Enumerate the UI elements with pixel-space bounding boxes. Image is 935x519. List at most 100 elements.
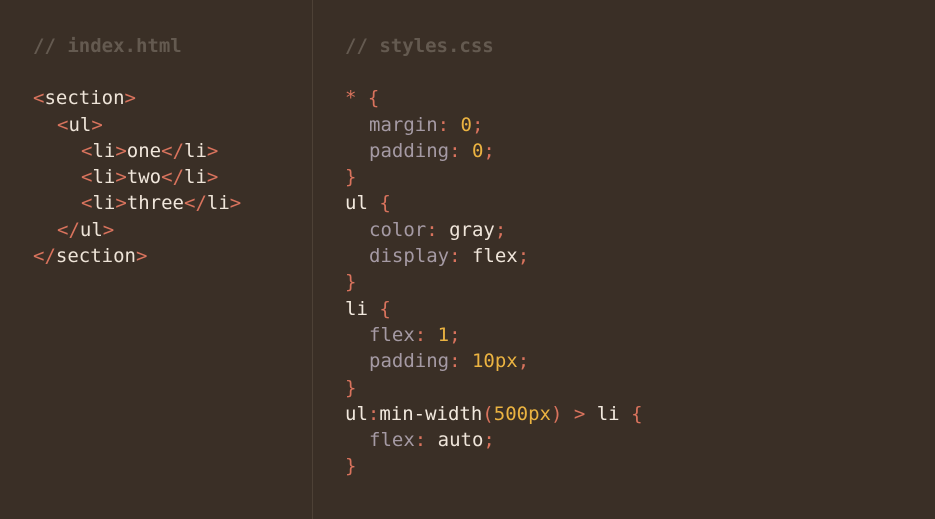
- css-declaration: padding: 0;: [345, 138, 935, 164]
- html-line-li-three: <li>three</li>: [33, 190, 312, 216]
- open-brace: {: [619, 402, 643, 425]
- css-rule-selector-line: ul:min-width(500px) > li {: [345, 401, 935, 427]
- css-rule-selector-line: ul {: [345, 190, 935, 216]
- semicolon: ;: [494, 218, 507, 241]
- tag-bracket: </: [161, 139, 185, 162]
- li-text: one: [126, 139, 162, 162]
- css-rule-selector-line: * {: [345, 85, 935, 111]
- tag-bracket: </: [33, 245, 56, 268]
- tag-bracket: >: [91, 113, 103, 136]
- semicolon: ;: [483, 139, 495, 162]
- tag-bracket: >: [229, 192, 242, 215]
- tag-name: li: [92, 192, 116, 215]
- tag-name: section: [44, 87, 125, 110]
- semicolon: ;: [471, 113, 484, 136]
- code-editor: // index.html <section> <ul> <li>one</li…: [0, 0, 935, 519]
- colon: :: [426, 218, 450, 241]
- colon: :: [437, 113, 461, 136]
- pseudo-name: min-width: [379, 402, 483, 425]
- tag-bracket: >: [115, 192, 127, 215]
- tag-bracket: >: [206, 166, 219, 189]
- tag-bracket: >: [206, 139, 219, 162]
- close-brace: }: [345, 166, 357, 189]
- colon: :: [449, 139, 472, 162]
- tag-bracket: >: [102, 218, 115, 241]
- css-declaration: flex: 1;: [345, 322, 935, 348]
- paren-close: ): [550, 402, 563, 425]
- property-name: flex: [369, 429, 415, 452]
- property-name: margin: [369, 113, 438, 136]
- semicolon: ;: [517, 245, 530, 268]
- li-text: three: [126, 192, 184, 215]
- selector: ul: [345, 192, 368, 215]
- css-declaration: display: flex;: [345, 243, 935, 269]
- html-line-section-close: </section>: [33, 243, 312, 269]
- property-value: flex: [471, 245, 518, 268]
- tag-name: section: [55, 245, 136, 268]
- css-declaration: color: gray;: [345, 217, 935, 243]
- close-brace: }: [345, 376, 357, 399]
- property-value: 0: [471, 139, 484, 162]
- property-value: 1: [437, 323, 450, 346]
- pseudo-argument: 500px: [493, 402, 551, 425]
- tag-name: li: [184, 166, 207, 189]
- property-name: flex: [369, 323, 415, 346]
- selector: li: [345, 297, 368, 320]
- colon: :: [414, 429, 438, 452]
- colon: :: [449, 350, 472, 373]
- css-rule-selector-line: li {: [345, 296, 935, 322]
- tag-bracket: </: [184, 192, 207, 215]
- html-line-li-two: <li>two</li>: [33, 164, 312, 190]
- tag-bracket: >: [115, 139, 127, 162]
- open-brace: {: [367, 192, 391, 215]
- selector-universal: *: [345, 87, 357, 110]
- colon: :: [449, 245, 472, 268]
- tag-name: li: [206, 192, 230, 215]
- tag-bracket: >: [115, 166, 127, 189]
- pseudo-colon: :: [367, 402, 380, 425]
- tag-name: li: [92, 139, 116, 162]
- css-close-brace-line: }: [345, 269, 935, 295]
- css-file-comment: // styles.css: [345, 35, 494, 57]
- property-value: 0: [460, 113, 472, 136]
- property-name: color: [369, 218, 427, 241]
- css-declaration: padding: 10px;: [345, 348, 935, 374]
- semicolon: ;: [517, 350, 530, 373]
- tag-bracket: <: [81, 139, 93, 162]
- semicolon: ;: [449, 323, 461, 346]
- open-brace: {: [367, 297, 391, 320]
- css-close-brace-line: }: [345, 375, 935, 401]
- semicolon: ;: [483, 429, 495, 452]
- html-line-section-open: <section>: [33, 85, 312, 111]
- tag-name: li: [184, 139, 207, 162]
- selector: ul: [345, 402, 368, 425]
- tag-bracket: >: [135, 245, 148, 268]
- css-pane[interactable]: // styles.css * { margin: 0; padding: 0;…: [313, 0, 935, 519]
- tag-name: ul: [79, 218, 103, 241]
- child-combinator: >: [562, 402, 597, 425]
- tag-bracket: </: [57, 218, 80, 241]
- property-name: display: [369, 245, 450, 268]
- property-value: auto: [437, 429, 484, 452]
- paren-open: (: [482, 402, 494, 425]
- property-name: padding: [369, 139, 450, 162]
- property-value: gray: [449, 218, 495, 241]
- css-declaration: margin: 0;: [345, 112, 935, 138]
- css-close-brace-line: }: [345, 453, 935, 479]
- css-close-brace-line: }: [345, 164, 935, 190]
- tag-bracket: </: [161, 166, 185, 189]
- tag-bracket: >: [124, 87, 136, 110]
- tag-name: li: [92, 166, 116, 189]
- tag-bracket: <: [81, 192, 93, 215]
- tag-bracket: <: [33, 87, 45, 110]
- tag-name: ul: [68, 113, 92, 136]
- css-declaration: flex: auto;: [345, 427, 935, 453]
- li-text: two: [126, 166, 162, 189]
- property-name: padding: [369, 350, 450, 373]
- tag-bracket: <: [81, 166, 93, 189]
- close-brace: }: [345, 455, 357, 478]
- close-brace: }: [345, 271, 357, 294]
- colon: :: [414, 323, 438, 346]
- html-line-ul-close: </ul>: [33, 217, 312, 243]
- html-pane[interactable]: // index.html <section> <ul> <li>one</li…: [0, 0, 312, 519]
